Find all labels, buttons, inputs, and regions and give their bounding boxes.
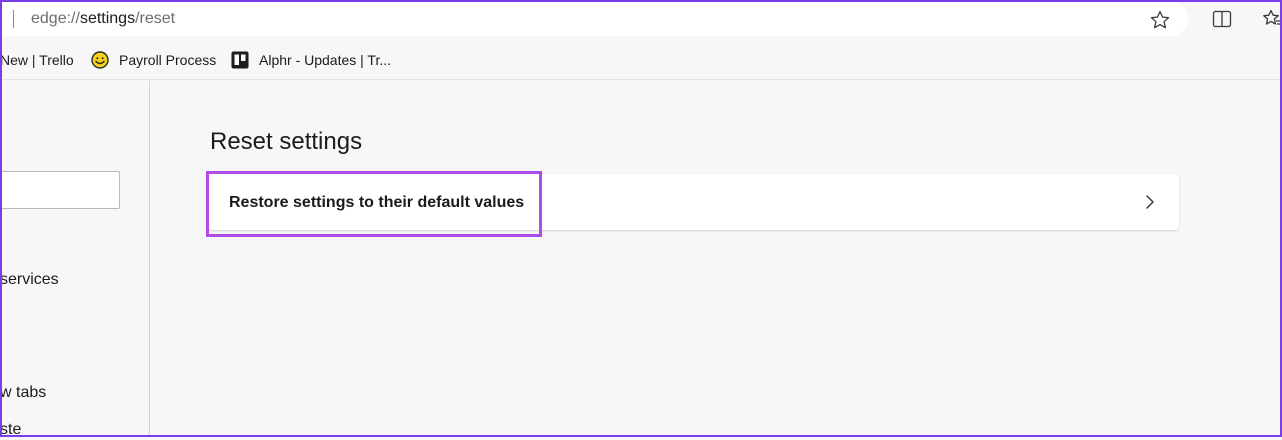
sidebar-item-new-tabs[interactable]: w tabs (0, 383, 46, 403)
favorites-bar: New | Trello Payroll Process Alphr - Upd… (0, 40, 1282, 80)
url-prefix: edge:// (31, 10, 80, 27)
settings-main: Reset settings Restore settings to their… (151, 81, 1280, 437)
url-path: /reset (135, 10, 176, 27)
restore-settings-row[interactable]: Restore settings to their default values (208, 174, 1179, 230)
star-icon[interactable] (1149, 9, 1171, 31)
sidebar-item-services[interactable]: services (0, 270, 59, 290)
favorites-icon[interactable] (1262, 8, 1282, 30)
search-settings-input[interactable] (0, 171, 120, 209)
favorite-alphr-updates[interactable]: Alphr - Updates | Tr... (259, 51, 391, 69)
chevron-right-icon (1146, 195, 1154, 209)
text-caret (13, 10, 14, 28)
url-text[interactable]: edge://settings/reset (31, 10, 175, 28)
browser-toolbar: edge://settings/reset (0, 0, 1282, 40)
page-title: Reset settings (210, 128, 363, 155)
trello-board-icon (231, 51, 249, 69)
sidebar-item-paste[interactable]: ste (0, 420, 21, 440)
address-bar[interactable]: edge://settings/reset (0, 1, 1188, 36)
favorite-trello-new[interactable]: New | Trello (0, 51, 74, 69)
url-host: settings (79, 10, 136, 27)
restore-settings-label: Restore settings to their default values (229, 194, 525, 211)
settings-sidebar: services w tabs ste (0, 81, 150, 440)
split-screen-icon[interactable] (1211, 8, 1233, 30)
favorite-payroll-process[interactable]: Payroll Process (119, 51, 216, 69)
payroll-smiley-icon (91, 51, 109, 69)
